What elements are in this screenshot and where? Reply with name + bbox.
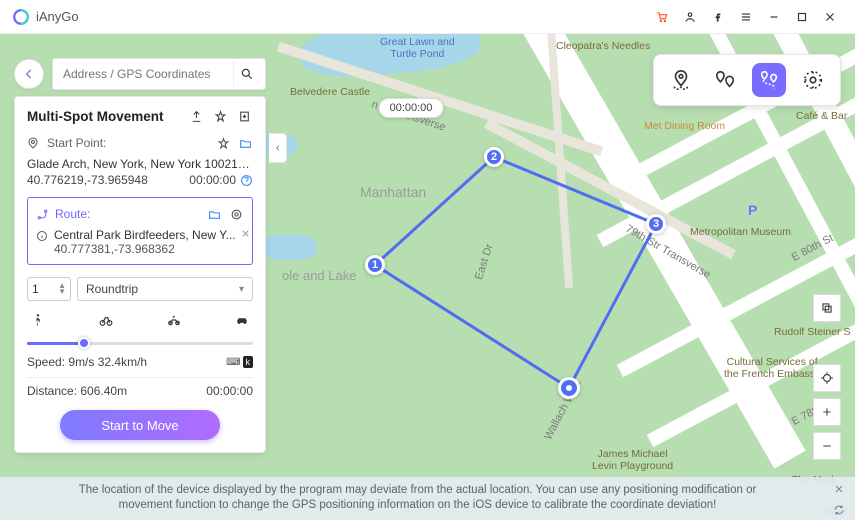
marker-1[interactable]: 1 [365, 255, 385, 275]
label-belvedere: Belvedere Castle [290, 86, 370, 98]
minimize-icon[interactable] [761, 4, 787, 30]
marker-3[interactable]: 3 [646, 214, 666, 234]
start-favorite-icon[interactable] [215, 135, 231, 151]
label-needles: Cleopatra's Needles [556, 40, 650, 52]
export-icon[interactable] [187, 107, 205, 125]
label-french: Cultural Services of the French Embassy [724, 356, 820, 380]
loops-value: 1 [32, 282, 39, 296]
info-icon [36, 230, 48, 242]
close-icon[interactable] [817, 4, 843, 30]
start-folder-icon[interactable] [237, 135, 253, 151]
mode-bicycle[interactable] [95, 311, 117, 329]
trip-mode-value: Roundtrip [86, 282, 138, 296]
route-folder-icon[interactable] [206, 206, 222, 222]
pin-icon [27, 137, 41, 149]
search-input[interactable] [63, 67, 227, 81]
marker-time-pill: 00:00:00 [379, 98, 444, 118]
marker-2[interactable]: 2 [484, 147, 504, 167]
mode-motorcycle[interactable] [163, 311, 185, 329]
label-levin: James Michael Levin Playground [592, 448, 673, 472]
start-address: Glade Arch, New York, New York 10021, Un… [27, 157, 253, 171]
layers-button[interactable] [813, 294, 841, 322]
tool-multi-spot[interactable] [752, 63, 786, 97]
notice-line1: The location of the device displayed by … [79, 484, 757, 496]
marker-start[interactable] [558, 377, 580, 399]
start-point-label: Start Point: [47, 136, 106, 150]
import-icon[interactable] [235, 107, 253, 125]
route-icon [36, 208, 49, 221]
notice-refresh-icon[interactable] [833, 504, 845, 516]
label-cafe: Café & Bar [796, 110, 847, 122]
label-manhattan: Manhattan [360, 184, 426, 200]
route-item-address: Central Park Birdfeeders, New Y... [54, 228, 236, 242]
start-to-move-button[interactable]: Start to Move [60, 410, 220, 440]
route-target-icon[interactable] [228, 206, 244, 222]
tool-two-spot[interactable] [708, 63, 742, 97]
notice-line2: movement function to change the GPS posi… [119, 499, 717, 511]
speed-slider[interactable] [27, 337, 253, 349]
search-icon[interactable] [233, 61, 259, 87]
search-box [52, 58, 266, 90]
speed-value: 9m/s 32.4km/h [68, 355, 147, 369]
label-lake: ole and Lake [282, 268, 356, 283]
mode-toolbox [653, 54, 841, 106]
trip-mode-select[interactable]: Roundtrip ▾ [77, 277, 253, 301]
label-turtle: Great Lawn and Turtle Pond [380, 36, 455, 60]
route-box: Route: Central Park Birdfeeders, New Y..… [27, 197, 253, 265]
chevron-down-icon: ▾ [239, 284, 244, 295]
account-icon[interactable] [677, 4, 703, 30]
distance-value: 606.40m [80, 384, 127, 398]
notice-bar: The location of the device displayed by … [0, 477, 855, 520]
label-met-museum: Metropolitan Museum [690, 226, 791, 238]
mode-walk[interactable] [27, 311, 49, 329]
panel-title: Multi-Spot Movement [27, 109, 164, 124]
tool-joystick[interactable] [796, 63, 830, 97]
start-coords: 40.776219,-73.965948 [27, 173, 148, 187]
title-bar: iAnyGo [0, 0, 855, 34]
favorite-icon[interactable] [211, 107, 229, 125]
panel-collapse-button[interactable] [269, 133, 287, 163]
back-button[interactable] [14, 59, 44, 89]
distance-time: 00:00:00 [206, 384, 253, 398]
help-icon[interactable] [240, 174, 253, 187]
facebook-icon[interactable] [705, 4, 731, 30]
zoom-in-button[interactable]: + [813, 398, 841, 426]
app-name: iAnyGo [36, 9, 79, 24]
label-east-dr: East Dr [473, 243, 496, 282]
mode-car[interactable] [231, 311, 253, 329]
keyboard-shortcut-badge[interactable]: k [243, 356, 254, 368]
notice-close-icon[interactable] [833, 483, 845, 495]
start-time: 00:00:00 [189, 173, 236, 187]
label-met-dining: Met Dining Room [644, 120, 725, 132]
route-label: Route: [55, 207, 90, 221]
label-parking: P [748, 202, 757, 218]
loops-stepper[interactable]: 1 ▲▼ [27, 277, 71, 301]
zoom-out-button[interactable]: − [813, 432, 841, 460]
route-item-remove-icon[interactable] [240, 228, 251, 239]
app-logo [12, 8, 30, 26]
route-item-coords: 40.777381,-73.968362 [54, 242, 236, 256]
keyboard-input-icon[interactable]: ⌨ [226, 357, 240, 368]
menu-icon[interactable] [733, 4, 759, 30]
speed-label: Speed: [27, 355, 65, 369]
maximize-icon[interactable] [789, 4, 815, 30]
locate-button[interactable] [813, 364, 841, 392]
side-panel: Multi-Spot Movement Start Point: Glade A… [14, 96, 266, 453]
cart-icon[interactable] [649, 4, 675, 30]
tool-single-spot[interactable] [664, 63, 698, 97]
distance-label: Distance: [27, 384, 77, 398]
